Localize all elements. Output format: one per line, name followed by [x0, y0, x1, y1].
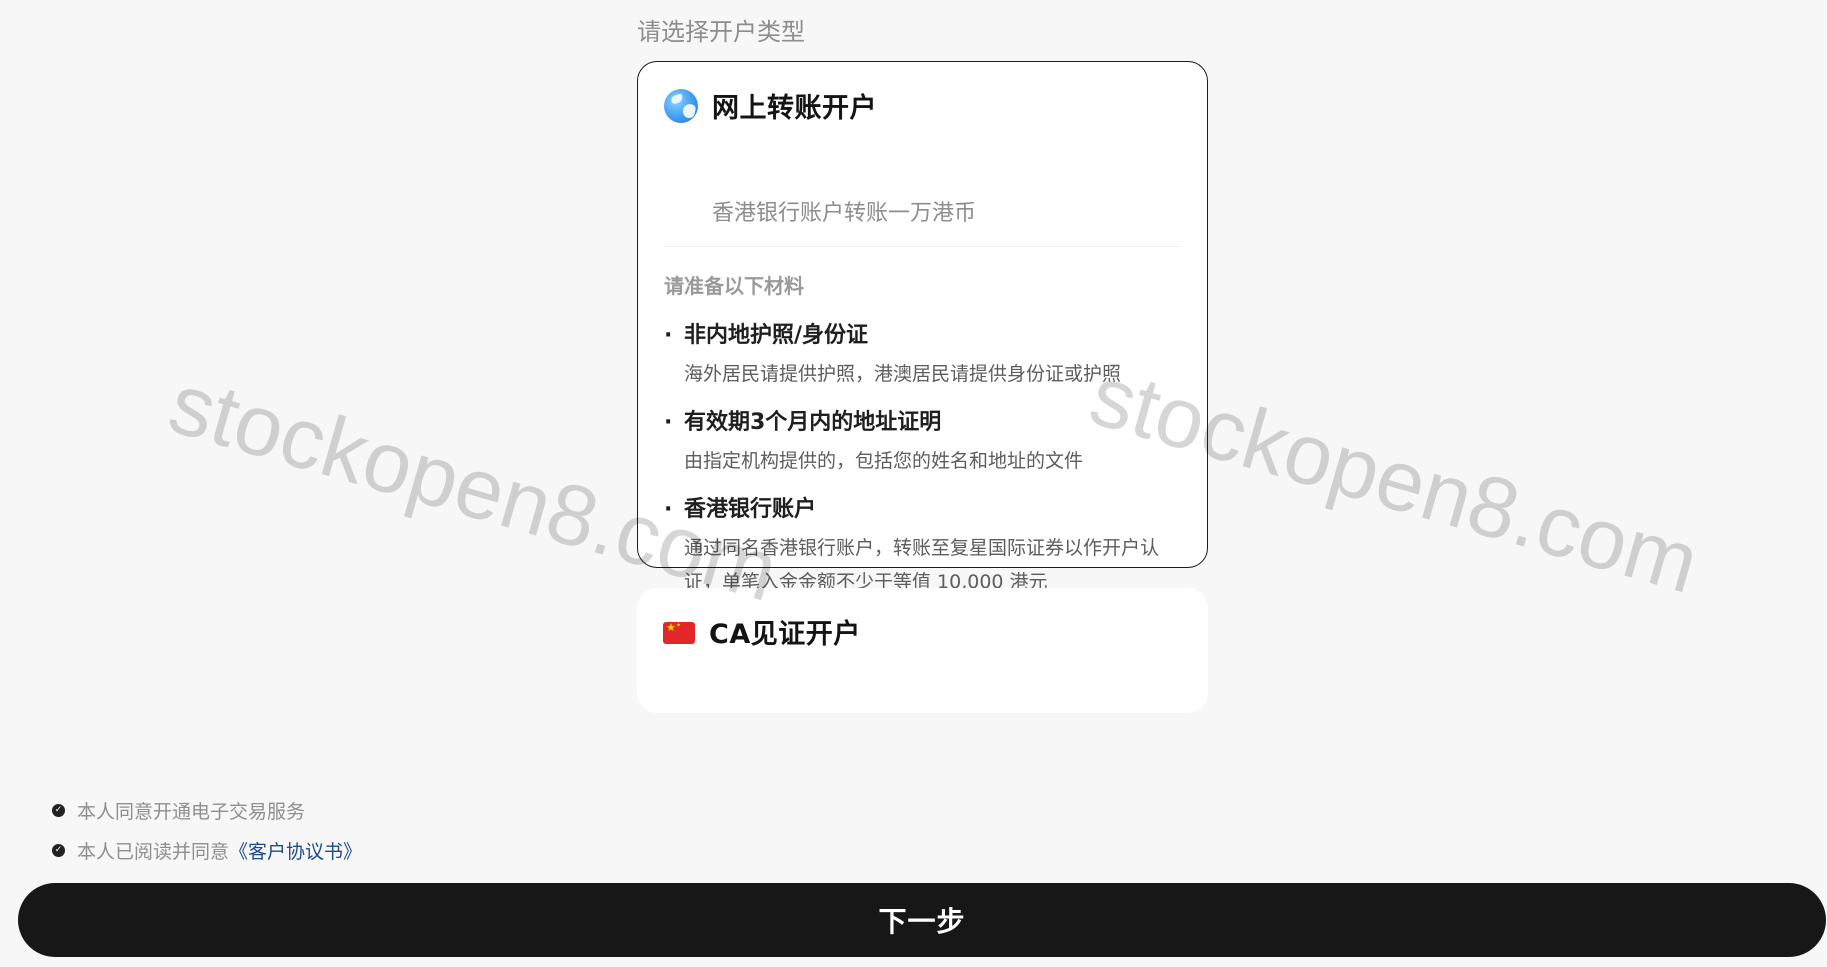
account-type-page: 请选择开户类型 网上转账开户 香港银行账户转账一万港币 请准备以下材料 非内地护… — [0, 0, 1827, 967]
next-step-button[interactable]: 下一步 — [18, 883, 1826, 957]
card-subtitle: 香港银行账户转账一万港币 — [712, 201, 977, 226]
divider — [664, 246, 1181, 247]
requirement-desc: 海外居民请提供护照，港澳居民请提供身份证或护照 — [684, 363, 1122, 385]
card-header: CA见证开户 — [663, 612, 861, 651]
globe-icon — [664, 88, 698, 123]
client-agreement-link[interactable]: 《客户协议书》 — [229, 837, 362, 864]
check-icon[interactable]: ✓ — [52, 843, 65, 857]
requirement-item: 非内地护照/身份证 海外居民请提供护照，港澳居民请提供身份证或护照 — [664, 321, 1181, 391]
card-ca-witness[interactable]: CA见证开户 — [637, 588, 1208, 713]
agreement-client-terms[interactable]: ✓ 本人已阅读并同意 《客户协议书》 — [52, 830, 362, 870]
requirement-title: 有效期3个月内的地址证明 — [664, 408, 1181, 438]
check-icon[interactable]: ✓ — [52, 803, 65, 817]
card-online-transfer[interactable]: 网上转账开户 香港银行账户转账一万港币 请准备以下材料 非内地护照/身份证 海外… — [637, 61, 1208, 593]
agreement-electronic-trading[interactable]: ✓ 本人同意开通电子交易服务 — [52, 790, 362, 830]
card-header: 网上转账开户 — [664, 86, 877, 125]
requirement-item: 香港银行账户 通过同名香港银行账户，转账至复星国际证券以作开户认证，单笔入金金额… — [664, 495, 1181, 599]
section-title: 请选择开户类型 — [637, 18, 805, 46]
requirement-desc: 由指定机构提供的，包括您的姓名和地址的文件 — [684, 450, 1084, 472]
requirement-item: 有效期3个月内的地址证明 由指定机构提供的，包括您的姓名和地址的文件 — [664, 408, 1181, 478]
card-title: 网上转账开户 — [712, 93, 877, 124]
agreements: ✓ 本人同意开通电子交易服务 ✓ 本人已阅读并同意 《客户协议书》 — [52, 790, 362, 870]
requirement-title: 香港银行账户 — [664, 495, 1181, 525]
agreement-text: 本人同意开通电子交易服务 — [77, 800, 306, 823]
china-flag-icon — [663, 621, 695, 644]
materials-label: 请准备以下材料 — [664, 274, 804, 298]
agreement-text: 本人已阅读并同意 — [77, 840, 230, 863]
requirement-title: 非内地护照/身份证 — [664, 321, 1181, 351]
card-title: CA见证开户 — [709, 619, 861, 650]
